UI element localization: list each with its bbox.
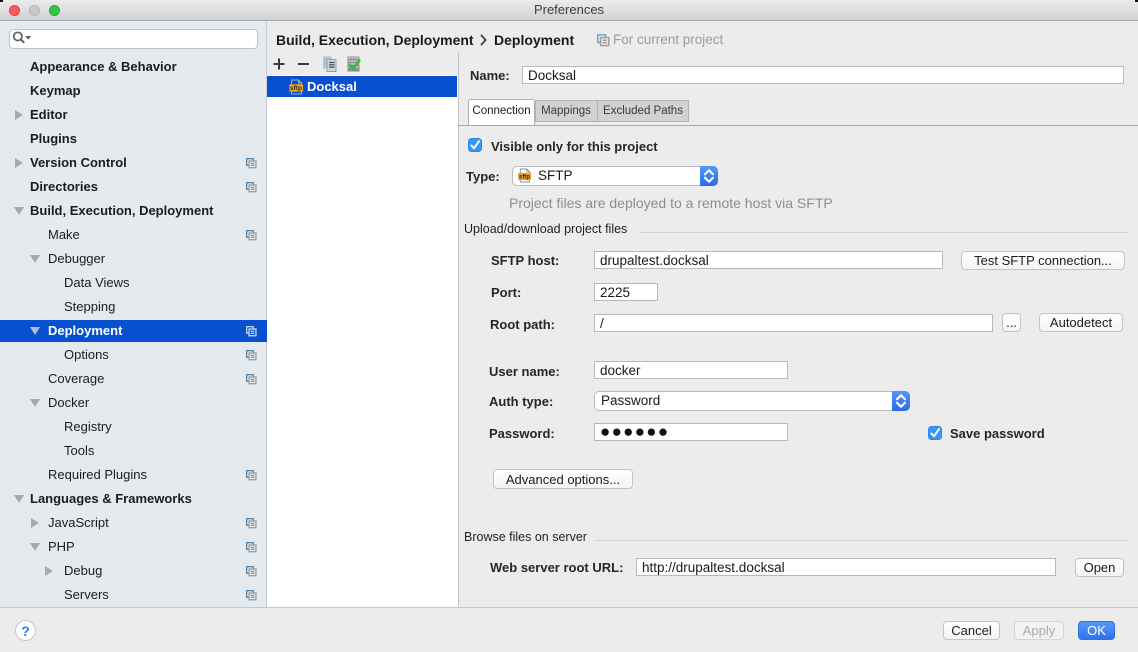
svg-text:sftp: sftp (519, 174, 530, 180)
svg-text:sftp: sftp (290, 85, 302, 92)
